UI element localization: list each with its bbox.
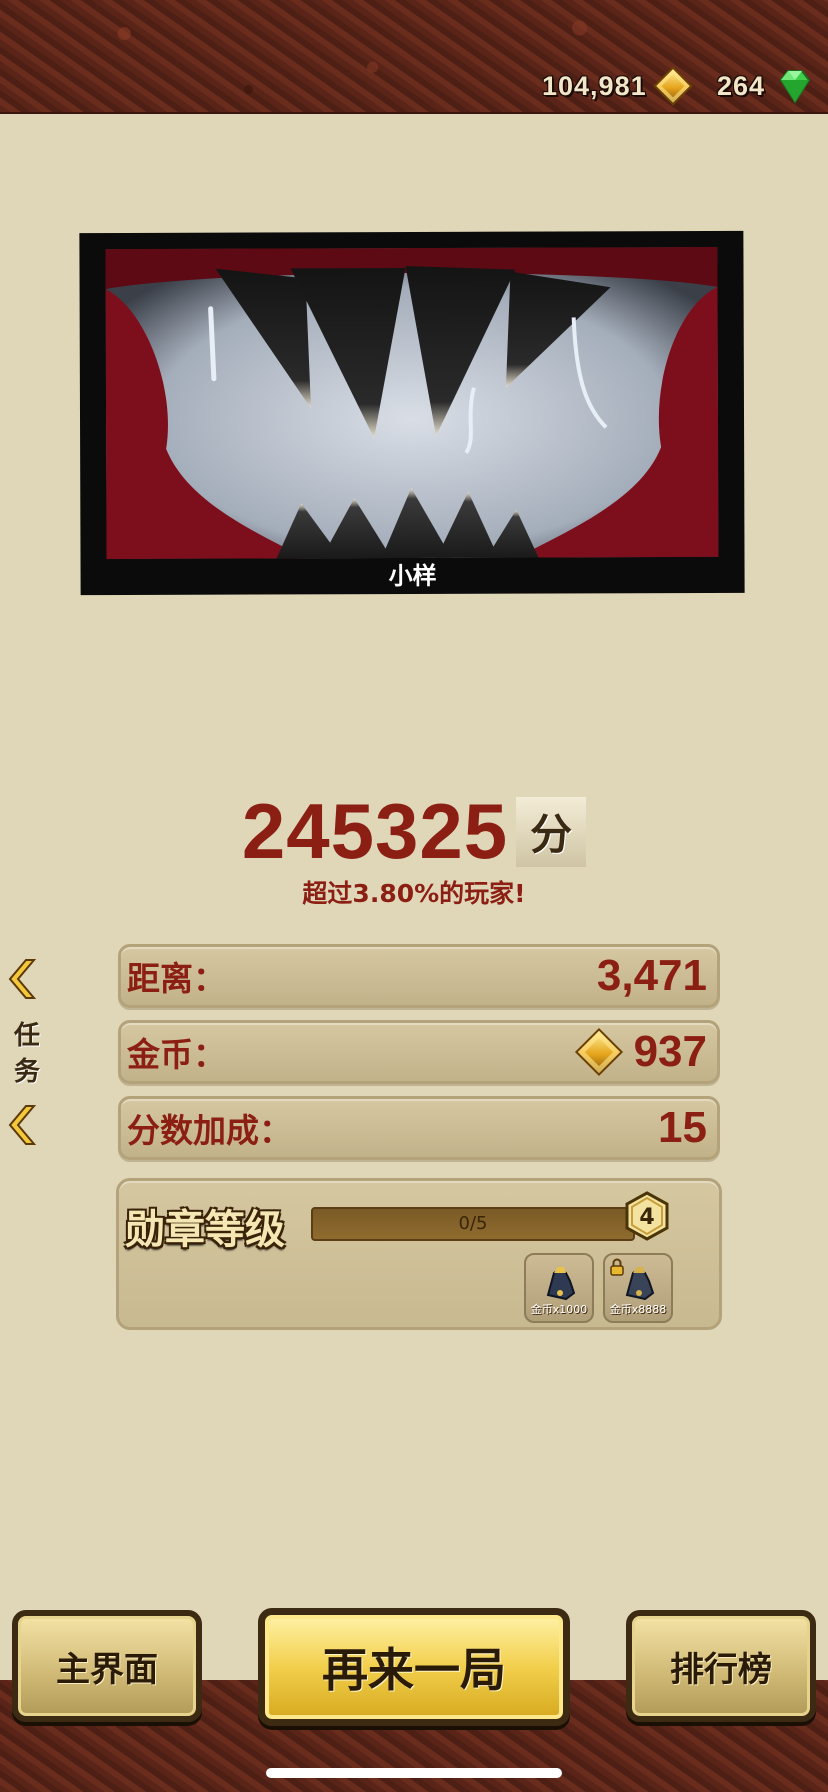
medal-level-number: 4: [639, 1205, 654, 1230]
final-score: 245325 分: [0, 786, 828, 877]
task-tab-label-top: 任: [13, 1021, 40, 1051]
distance-label: 距离：: [127, 959, 226, 998]
score-bonus-value: 15: [658, 1103, 707, 1152]
leaderboard-button[interactable]: 排行榜: [626, 1610, 816, 1722]
medal-level-panel: 勋章等级 0/5 4 金币x1000 金币x8888: [116, 1178, 722, 1330]
chevron-left-icon[interactable]: [8, 1104, 38, 1146]
replay-button[interactable]: 再来一局: [258, 1608, 570, 1726]
coin-balance: 104,981: [542, 66, 693, 106]
reward-slot-locked[interactable]: 金币x8888: [603, 1253, 673, 1323]
coins-earned: 937: [574, 1027, 707, 1077]
coins-earned-value: 937: [633, 1027, 707, 1076]
gold-diamond-coin-icon: [574, 1027, 623, 1077]
score-bonus-label: 分数加成：: [127, 1111, 292, 1150]
home-button[interactable]: 主界面: [12, 1610, 202, 1722]
reward-label: 金币x1000: [530, 1303, 588, 1316]
task-tab-label-bottom: 务: [13, 1057, 40, 1087]
coins-row: 金币： 937: [118, 1020, 720, 1084]
gem-balance-value: 264: [717, 70, 766, 101]
lock-icon: [610, 1258, 624, 1276]
score-value: 245325: [241, 787, 509, 875]
distance-value: 3,471: [596, 951, 707, 1000]
coins-label: 金币：: [127, 1035, 226, 1074]
percentile-text: 超过3.80%的玩家!: [302, 879, 526, 908]
result-banner: 小样: [79, 230, 745, 596]
medal-progress-bar: 0/5: [311, 1207, 635, 1241]
top-currency-bar: 104,981 264: [0, 0, 828, 114]
gold-diamond-coin-icon: [652, 66, 693, 106]
reward-label: 金币x8888: [609, 1303, 667, 1316]
medal-progress-text: 0/5: [458, 1213, 488, 1234]
green-gem-icon: [779, 70, 811, 104]
score-unit: 分: [516, 796, 587, 867]
task-tab-label[interactable]: 任 务: [10, 1018, 44, 1090]
banner-caption: 小样: [388, 561, 437, 591]
monster-jaws-illustration: [105, 246, 719, 560]
medal-title: 勋章等级: [125, 1207, 285, 1253]
score-bonus-row: 分数加成： 15: [118, 1096, 720, 1160]
reward-slot[interactable]: 金币x1000: [524, 1253, 594, 1323]
medal-level-badge: 4: [625, 1191, 669, 1241]
glove-reward-icon: [625, 1267, 655, 1301]
chevron-left-icon[interactable]: [8, 958, 38, 1000]
gem-balance: 264: [717, 66, 815, 106]
glove-reward-icon: [546, 1267, 576, 1301]
coin-balance-value: 104,981: [542, 70, 647, 101]
home-indicator[interactable]: [266, 1768, 562, 1778]
distance-row: 距离： 3,471: [118, 944, 720, 1008]
